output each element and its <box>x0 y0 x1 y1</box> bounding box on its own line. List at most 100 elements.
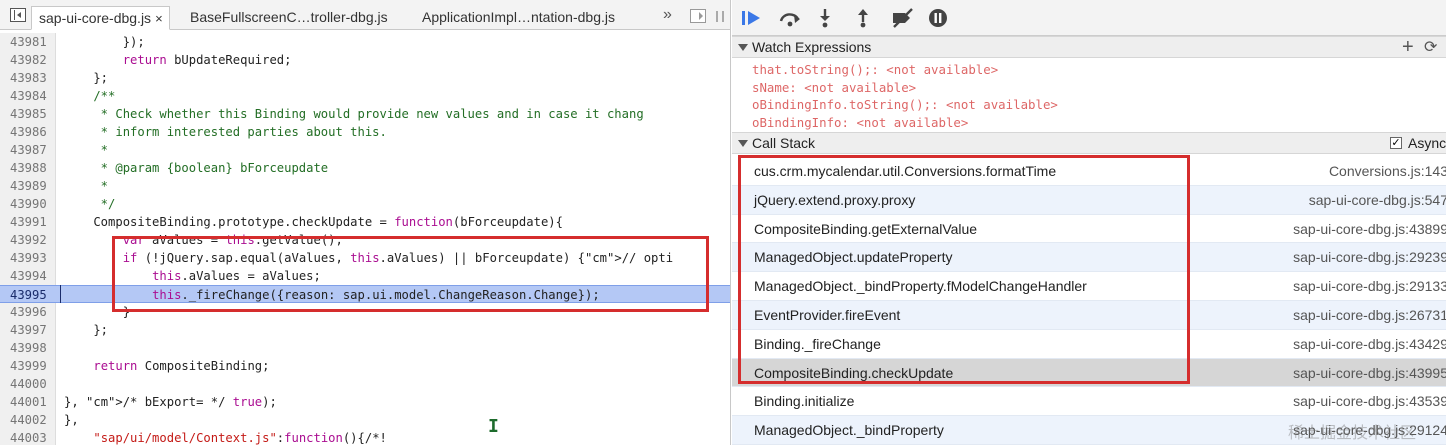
frame-location-link[interactable]: sap-ui-core-dbg.js:547 <box>1309 186 1446 215</box>
code-line[interactable]: 43988 * @param {boolean} bForceupdate <box>0 159 730 177</box>
watch-expression-item[interactable]: sName: <not available> <box>732 79 1446 97</box>
line-number[interactable]: 43983 <box>10 69 54 87</box>
line-number[interactable]: 43990 <box>10 195 54 213</box>
close-icon[interactable]: × <box>155 8 163 30</box>
watch-expression-item[interactable]: that.toString();: <not available> <box>732 61 1446 79</box>
refresh-icon[interactable]: ⟳ <box>1424 38 1437 58</box>
tab-sap-ui-core-dbg[interactable]: sap-ui-core-dbg.js × <box>31 6 170 30</box>
code-text: }; <box>64 323 109 337</box>
frame-location-link[interactable]: sap-ui-core-dbg.js:43539 <box>1293 387 1446 416</box>
plus-icon[interactable]: + <box>1402 37 1414 57</box>
frame-location-link[interactable]: sap-ui-core-dbg.js:43899 <box>1293 215 1446 244</box>
code-line[interactable]: 43996 } <box>0 303 730 321</box>
line-number[interactable]: 43989 <box>10 177 54 195</box>
line-number[interactable]: 43988 <box>10 159 54 177</box>
call-stack-list: cus.crm.mycalendar.util.Conversions.form… <box>732 157 1446 445</box>
pause-on-exceptions-icon[interactable] <box>928 8 948 28</box>
frame-location-link[interactable]: sap-ui-core-dbg.js:29133 <box>1293 272 1446 301</box>
code-line[interactable]: 43992 var aValues = this.getValue(); <box>0 231 730 249</box>
code-text: }, <box>64 413 79 427</box>
line-number[interactable]: 43982 <box>10 51 54 69</box>
line-number[interactable]: 43996 <box>10 303 54 321</box>
code-line[interactable]: 44002}, <box>0 411 730 429</box>
call-frame[interactable]: ManagedObject.updateProperty sap-ui-core-… <box>732 243 1446 273</box>
line-number[interactable]: 44002 <box>10 411 54 429</box>
step-over-icon[interactable] <box>778 8 802 28</box>
call-frame[interactable]: jQuery.extend.proxy.proxy sap-ui-core-dbg… <box>732 185 1446 215</box>
line-number[interactable]: 43992 <box>10 231 54 249</box>
code-line[interactable]: 43999 return CompositeBinding; <box>0 357 730 375</box>
code-text: * <box>64 143 109 157</box>
tab-application-impl[interactable]: ApplicationImpl…ntation-dbg.js <box>422 6 615 30</box>
line-number[interactable]: 43994 <box>10 267 54 285</box>
deactivate-breakpoints-icon[interactable] <box>890 8 916 28</box>
frame-function-name: ManagedObject.updateProperty <box>754 249 953 266</box>
call-stack-header[interactable]: Call Stack ✓ Async <box>732 132 1446 154</box>
frame-location-link[interactable]: Conversions.js:143 <box>1329 157 1446 186</box>
call-frame[interactable]: Binding.initialize sap-ui-core-dbg.js:435… <box>732 387 1446 417</box>
line-number[interactable]: 43987 <box>10 141 54 159</box>
line-number[interactable]: 43991 <box>10 213 54 231</box>
code-text: /** <box>64 89 116 103</box>
code-line[interactable]: 43982 return bUpdateRequired; <box>0 51 730 69</box>
watch-expression-item[interactable]: oBindingInfo: <not available> <box>732 114 1446 132</box>
line-number[interactable]: 43993 <box>10 249 54 267</box>
code-line[interactable]: 43993 if (!jQuery.sap.equal(aValues, thi… <box>0 249 730 267</box>
code-line[interactable]: 43997 }; <box>0 321 730 339</box>
call-frame[interactable]: CompositeBinding.getExternalValue sap-ui-… <box>732 215 1446 244</box>
frame-location-link[interactable]: sap-ui-core-dbg.js:43995 <box>1293 359 1446 388</box>
line-number[interactable]: 43985 <box>10 105 54 123</box>
async-checkbox[interactable]: ✓ <box>1390 137 1402 149</box>
resume-icon[interactable] <box>740 8 762 28</box>
code-line[interactable]: 43991 CompositeBinding.prototype.checkUp… <box>0 213 730 231</box>
line-number[interactable]: 43986 <box>10 123 54 141</box>
line-number[interactable]: 44001 <box>10 393 54 411</box>
frame-location-link[interactable]: sap-ui-core-dbg.js:26731 <box>1293 301 1446 330</box>
code-line-current[interactable]: 43995 this._fireChange({reason: sap.ui.m… <box>0 285 730 304</box>
code-text: CompositeBinding.prototype.checkUpdate =… <box>64 215 563 229</box>
call-frame-selected[interactable]: CompositeBinding.checkUpdate sap-ui-core-… <box>732 358 1446 388</box>
frame-location-link[interactable]: sap-ui-core-dbg.js:29239 <box>1293 243 1446 272</box>
code-line[interactable]: 44001}, "cm">/* bExport= */ true); <box>0 393 730 411</box>
call-frame[interactable]: EventProvider.fireEvent sap-ui-core-dbg.j… <box>732 300 1446 330</box>
drag-handle-icon[interactable] <box>716 11 724 22</box>
watch-expression-item[interactable]: oBindingInfo.toString();: <not available… <box>732 96 1446 114</box>
line-number[interactable]: 44000 <box>10 375 54 393</box>
code-line[interactable]: 44000 <box>0 375 730 393</box>
line-number[interactable]: 43995 <box>10 286 54 304</box>
line-number[interactable]: 43999 <box>10 357 54 375</box>
call-frame[interactable]: Binding._fireChange sap-ui-core-dbg.js:43… <box>732 330 1446 359</box>
line-number[interactable]: 44003 <box>10 429 54 445</box>
call-frame[interactable]: cus.crm.mycalendar.util.Conversions.form… <box>732 157 1446 186</box>
code-line[interactable]: 43983 }; <box>0 69 730 87</box>
frame-location-link[interactable]: sap-ui-core-dbg.js:43429 <box>1293 330 1446 359</box>
line-number[interactable]: 43984 <box>10 87 54 105</box>
line-number[interactable]: 43997 <box>10 321 54 339</box>
code-line[interactable]: 43984 /** <box>0 87 730 105</box>
line-number[interactable]: 43981 <box>10 33 54 51</box>
watch-expressions-header[interactable]: Watch Expressions + ⟳ <box>732 36 1446 58</box>
more-tabs-chevron-icon[interactable]: » <box>663 6 672 24</box>
code-line[interactable]: 44003 "sap/ui/model/Context.js":function… <box>0 429 730 445</box>
code-line[interactable]: 43990 */ <box>0 195 730 213</box>
call-frame[interactable]: ManagedObject._bindProperty.fModelChange… <box>732 272 1446 301</box>
debugger-sidebar-toggle-icon[interactable] <box>690 9 706 23</box>
frame-function-name: cus.crm.mycalendar.util.Conversions.form… <box>754 163 1057 179</box>
code-line[interactable]: 43981 }); <box>0 33 730 51</box>
code-line[interactable]: 43994 this.aValues = aValues; <box>0 267 730 285</box>
code-line[interactable]: 43986 * inform interested parties about … <box>0 123 730 141</box>
code-line[interactable]: 43985 * Check whether this Binding would… <box>0 105 730 123</box>
code-line[interactable]: 43989 * <box>0 177 730 195</box>
tab-base-fullscreen-controller[interactable]: BaseFullscreenC…troller-dbg.js <box>190 6 388 30</box>
code-line[interactable]: 43987 * <box>0 141 730 159</box>
code-area[interactable]: 43981 }); 43982 return bUpdateRequired; 43… <box>0 33 730 445</box>
code-line[interactable]: 43998 <box>0 339 730 357</box>
step-into-icon[interactable] <box>816 8 834 28</box>
line-number[interactable]: 43998 <box>10 339 54 357</box>
navigator-toggle-icon[interactable] <box>10 8 26 22</box>
expand-triangle-icon[interactable] <box>738 140 748 147</box>
watch-expressions-list: that.toString();: <not available> sName: … <box>732 61 1446 131</box>
step-out-icon[interactable] <box>854 8 872 28</box>
expand-triangle-icon[interactable] <box>738 44 748 51</box>
watch-expressions-title: Watch Expressions <box>752 39 872 55</box>
